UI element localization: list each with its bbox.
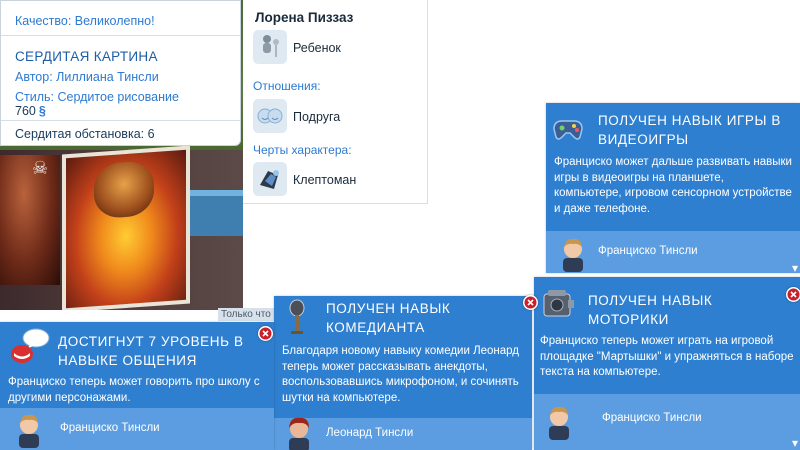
avatar [544, 402, 574, 440]
avatar [558, 234, 588, 272]
painting-title: Сердитая картина [15, 49, 158, 64]
notification-footer: Франциско Тинсли [546, 231, 800, 273]
notification-footer: Леонард Тинсли [274, 417, 532, 450]
notification-footer: Франциско Тинсли [534, 394, 800, 450]
simoleon-icon: § [38, 104, 46, 118]
relationship-value: Подруга [293, 110, 341, 124]
painting-style: Стиль: Сердитое рисование [15, 90, 179, 104]
engine-icon [540, 286, 574, 320]
notification-social-skill[interactable]: Достигнут 7 уровень в навыке общения Фра… [0, 322, 274, 450]
notification-title: Получен навык игры в видеоигры [598, 113, 782, 147]
painting-tooltip: Качество: Великолепно! Сердитая картина … [0, 0, 241, 146]
notification-text: Франциско может дальше развивать навыки … [554, 156, 792, 215]
traits-label: Черты характера: [253, 143, 352, 157]
notification-sim-name: Франциско Тинсли [602, 412, 702, 424]
wall-decal: ☠ [32, 158, 49, 178]
close-icon[interactable] [523, 295, 538, 310]
chevron-down-icon[interactable]: ▾ [792, 436, 798, 450]
painting-face [94, 160, 154, 220]
notification-title: Получен навык комедианта [326, 301, 451, 335]
notification-text: Франциско теперь может играть на игровой… [540, 335, 794, 378]
sim-age: Ребенок [293, 41, 341, 55]
notification-motor-skill[interactable]: Получен навык моторики Франциско теперь … [534, 277, 800, 450]
notification-title: Получен навык моторики [588, 293, 713, 327]
close-icon[interactable] [258, 326, 273, 341]
avatar [14, 410, 44, 448]
painting-author: Автор: Лиллиана Тинсли [15, 70, 159, 84]
notification-comedy-skill[interactable]: Получен навык комедианта Благодаря новом… [274, 296, 532, 450]
notification-video-games-skill[interactable]: Получен навык игры в видеоигры Франциско… [546, 103, 800, 273]
friends-icon [253, 99, 287, 133]
timestamp-fragment: Только что [218, 308, 274, 321]
notification-sim-name: Франциско Тинсли [60, 422, 160, 434]
sim-info-panel: Лорена Пиззаз Ребенок Отношения: Подруга… [243, 0, 428, 204]
avatar [284, 414, 314, 450]
scene-sim [0, 155, 60, 285]
gamepad-icon [550, 111, 584, 145]
divider [1, 120, 240, 121]
painting-quality: Качество: Великолепно! [15, 14, 155, 28]
child-age-icon [253, 30, 287, 64]
close-icon[interactable] [786, 287, 800, 302]
microphone-icon [282, 298, 316, 334]
notification-sim-name: Франциско Тинсли [598, 245, 698, 257]
chevron-down-icon[interactable]: ▾ [792, 261, 798, 273]
trait-value: Клептоман [293, 173, 357, 187]
painting-price: 760 § [15, 104, 46, 118]
sim-name: Лорена Пиззаз [255, 10, 354, 25]
notification-footer: Франциско Тинсли [0, 408, 274, 450]
notification-title: Достигнут 7 уровень в навыке общения [58, 334, 244, 368]
relationship-label: Отношения: [253, 79, 321, 93]
notification-text: Франциско теперь может говорить про школ… [8, 376, 260, 404]
price-value: 760 [15, 104, 36, 118]
kleptomaniac-icon[interactable] [253, 162, 287, 196]
speech-bubble-icon [8, 326, 50, 363]
notification-sim-name: Леонард Тинсли [326, 427, 414, 439]
painting-ambience: Сердитая обстановка: 6 [15, 127, 155, 141]
notification-text: Благодаря новому навыку комедии Леонард … [282, 345, 520, 404]
angry-painting[interactable] [62, 145, 190, 310]
divider [1, 35, 240, 36]
